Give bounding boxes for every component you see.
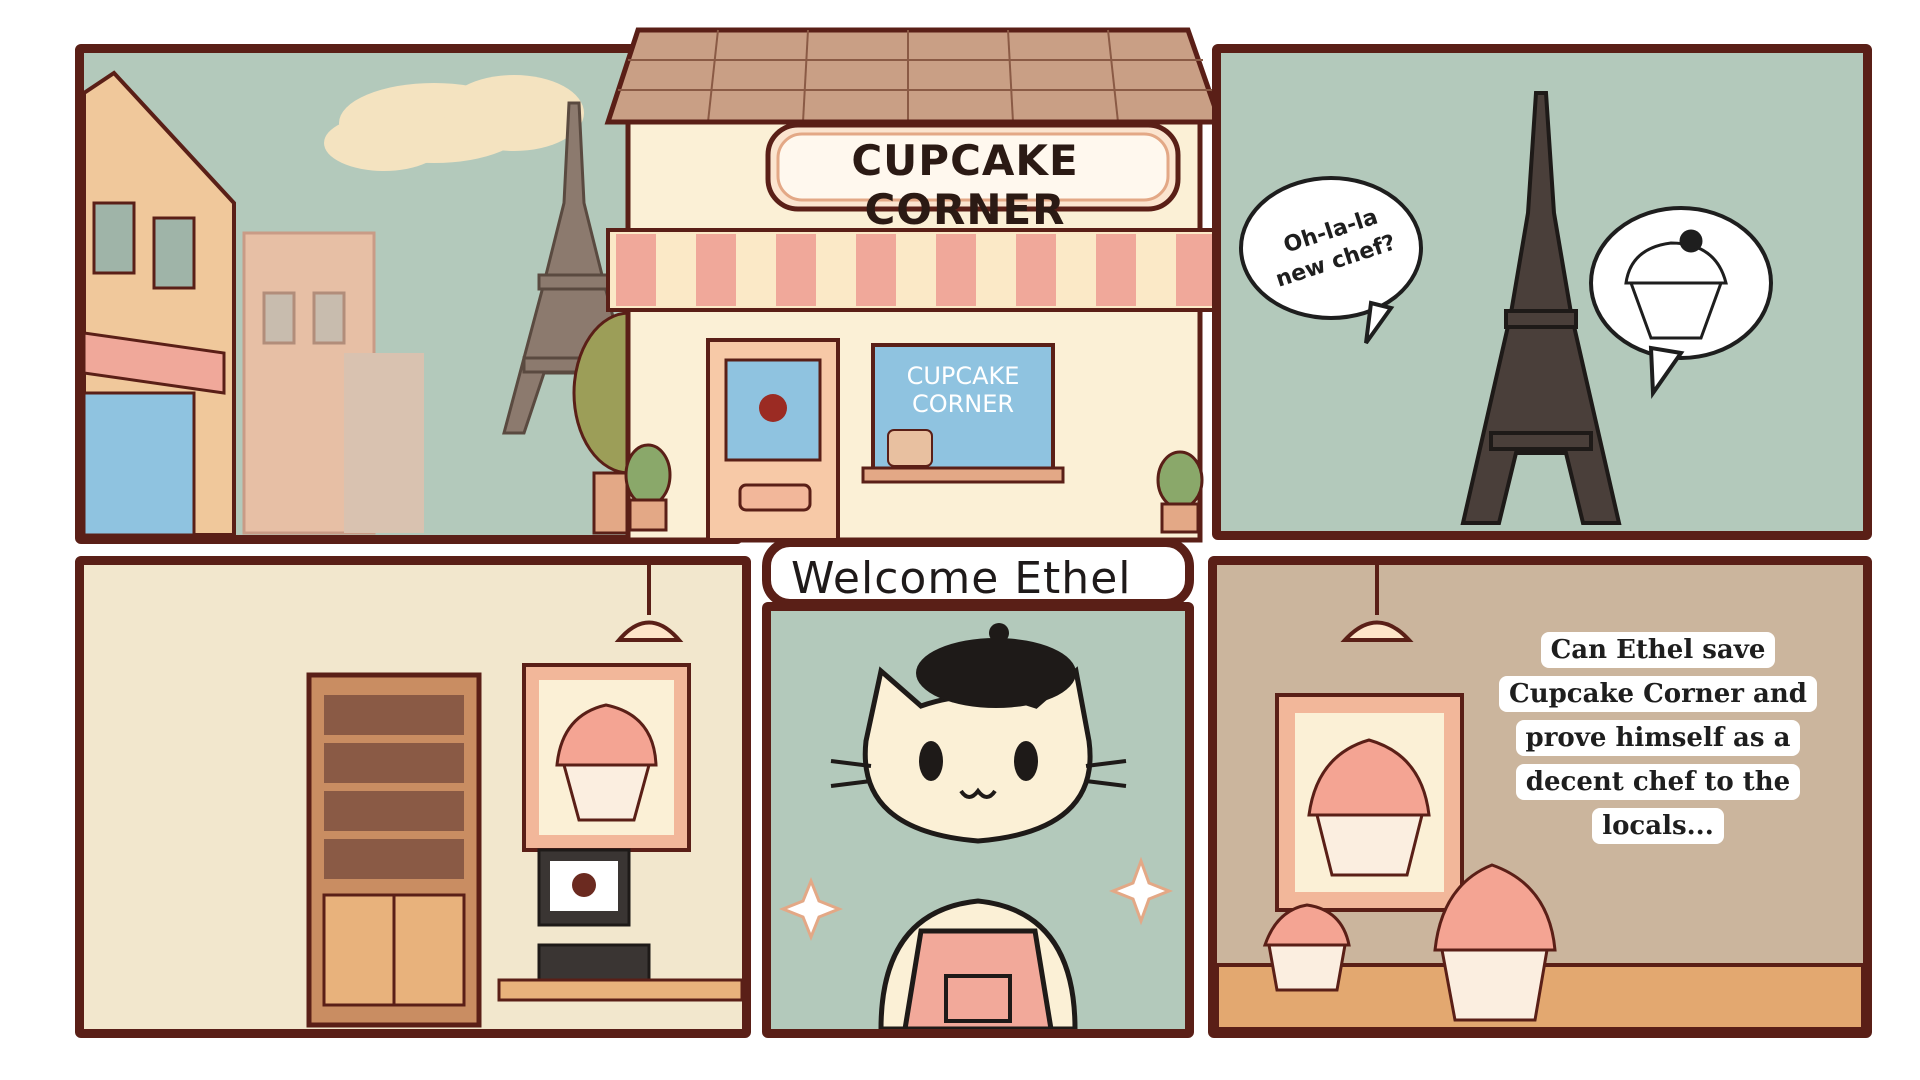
window-sign-line1: CUPCAKE	[906, 362, 1020, 390]
cash-register-icon	[537, 848, 651, 982]
panel-cat-chef	[762, 602, 1194, 1038]
panel-storefront	[604, 27, 1224, 543]
cat-chef-icon	[830, 623, 1127, 1029]
lamp-icon	[614, 565, 684, 642]
window-sign-line2: CORNER	[911, 390, 1015, 418]
panel-interior	[75, 556, 751, 1038]
shop-sign: CUPCAKE CORNER	[851, 136, 1079, 234]
welcome-banner: Welcome Ethel	[762, 538, 1194, 608]
caption-line: Cupcake Corner and	[1499, 676, 1817, 712]
cupcake-icon	[1262, 903, 1351, 992]
cat-chef-scene	[778, 623, 1174, 1029]
caption-line: prove himself as a	[1515, 720, 1801, 756]
story-caption: Can Ethel save Cupcake Corner and prove …	[1498, 628, 1818, 848]
caption-line: locals...	[1592, 808, 1724, 844]
caption-line: Can Ethel save	[1540, 632, 1776, 668]
panel-eiffel: Oh-la-la new chef?	[1212, 44, 1872, 540]
storefront-scene	[604, 27, 1224, 543]
caption-line: decent chef to the	[1515, 764, 1801, 800]
interior-scene	[306, 565, 742, 1028]
lamp-icon	[1340, 565, 1414, 642]
welcome-text: Welcome Ethel	[791, 553, 1132, 604]
eiffel-scene	[1239, 91, 1773, 525]
